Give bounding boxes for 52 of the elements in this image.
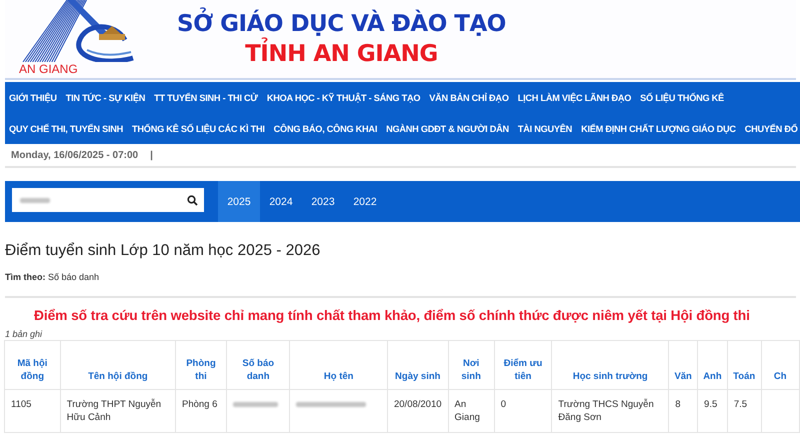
- column-header: Văn: [668, 340, 698, 390]
- nav-link[interactable]: TT TUYỂN SINH - THI CỬ: [154, 92, 258, 102]
- column-header: Học sinh trường: [552, 340, 669, 390]
- nav-link[interactable]: NGÀNH GDĐT & NGƯỜI DÂN: [386, 124, 509, 134]
- logo-text: AN GIANG: [19, 63, 78, 75]
- search-by-text: Tìm theo: Số báo danh: [5, 272, 100, 282]
- nav-link[interactable]: THỐNG KÊ SỐ LIỆU CÁC KÌ THI: [132, 124, 265, 134]
- year-tab[interactable]: 2022: [344, 181, 386, 222]
- nav-link[interactable]: QUY CHẾ THI, TUYỂN SINH: [9, 124, 124, 134]
- column-header: Tên hội đồng: [60, 340, 176, 390]
- search-icon[interactable]: [187, 194, 198, 206]
- nav-link[interactable]: CÔNG BÁO, CÔNG KHAI: [274, 124, 378, 134]
- table-cell: Trường THPT Nguyễn Hữu Cảnh: [60, 390, 176, 432]
- nav-link[interactable]: GIỚI THIỆU: [9, 92, 57, 102]
- table-cell: Trường THCS Nguyễn Đăng Sơn: [552, 390, 669, 432]
- year-tab[interactable]: 2025: [218, 181, 260, 222]
- table-cell: 7.5: [727, 390, 762, 432]
- nav-link[interactable]: KHOA HỌC - KỸ THUẬT - SÁNG TẠO: [266, 92, 420, 102]
- column-header: Ngày sinh: [387, 340, 448, 390]
- nav-link[interactable]: CHUYỂN ĐỔ: [744, 124, 798, 134]
- nav-link[interactable]: TIN TỨC - SỰ KIỆN: [66, 92, 146, 102]
- search-field[interactable]: [12, 188, 204, 212]
- nav-link[interactable]: TÀI NGUYÊN: [518, 124, 572, 134]
- column-header: Điểm ưu tiên: [494, 340, 552, 390]
- column-header: Họ tên: [290, 340, 388, 390]
- table-cell: An Giang: [448, 390, 494, 432]
- nav-link[interactable]: KIỂM ĐỊNH CHẤT LƯỢNG GIÁO DỤC: [581, 124, 736, 134]
- page-title: Điểm tuyển sinh Lớp 10 năm học 2025 - 2026: [5, 242, 322, 260]
- column-header: Nơi sinh: [448, 340, 494, 390]
- column-header: Số báo danh: [226, 340, 290, 390]
- column-header: Mã hội đồng: [4, 340, 60, 390]
- table-cell: 20/08/2010: [387, 390, 448, 432]
- date-text: Monday, 16/06/2025 - 07:00: [11, 150, 138, 160]
- column-header: Phòng thi: [176, 340, 226, 390]
- year-tab[interactable]: 2023: [302, 181, 344, 222]
- nav-link[interactable]: VĂN BẢN CHỈ ĐẠO: [429, 92, 509, 102]
- table-cell: 0: [494, 390, 552, 432]
- column-header: Toán: [727, 340, 762, 390]
- table-cell: 1105: [4, 390, 60, 432]
- column-header: Ch: [761, 340, 800, 390]
- table-cell: Phòng 6: [176, 390, 226, 432]
- column-header: Anh: [698, 340, 728, 390]
- separator-text: |: [150, 150, 153, 160]
- blurred-text: [232, 402, 278, 407]
- table-cell: 9.5: [698, 390, 728, 432]
- nav-link[interactable]: LỊCH LÀM VIỆC LÃNH ĐẠO: [518, 92, 632, 102]
- nav-link[interactable]: SỐ LIỆU THỐNG KÊ: [640, 92, 724, 102]
- table-cell: 8: [668, 390, 698, 432]
- year-tab[interactable]: 2024: [260, 181, 302, 222]
- notice-text: Điểm số tra cứu trên website chỉ mang tính chất tham khảo, điểm số chính thức được niêm yết tại Hội đồng thi: [34, 308, 751, 323]
- record-count: 1 bản ghi: [5, 329, 44, 339]
- blurred-text: [296, 402, 366, 407]
